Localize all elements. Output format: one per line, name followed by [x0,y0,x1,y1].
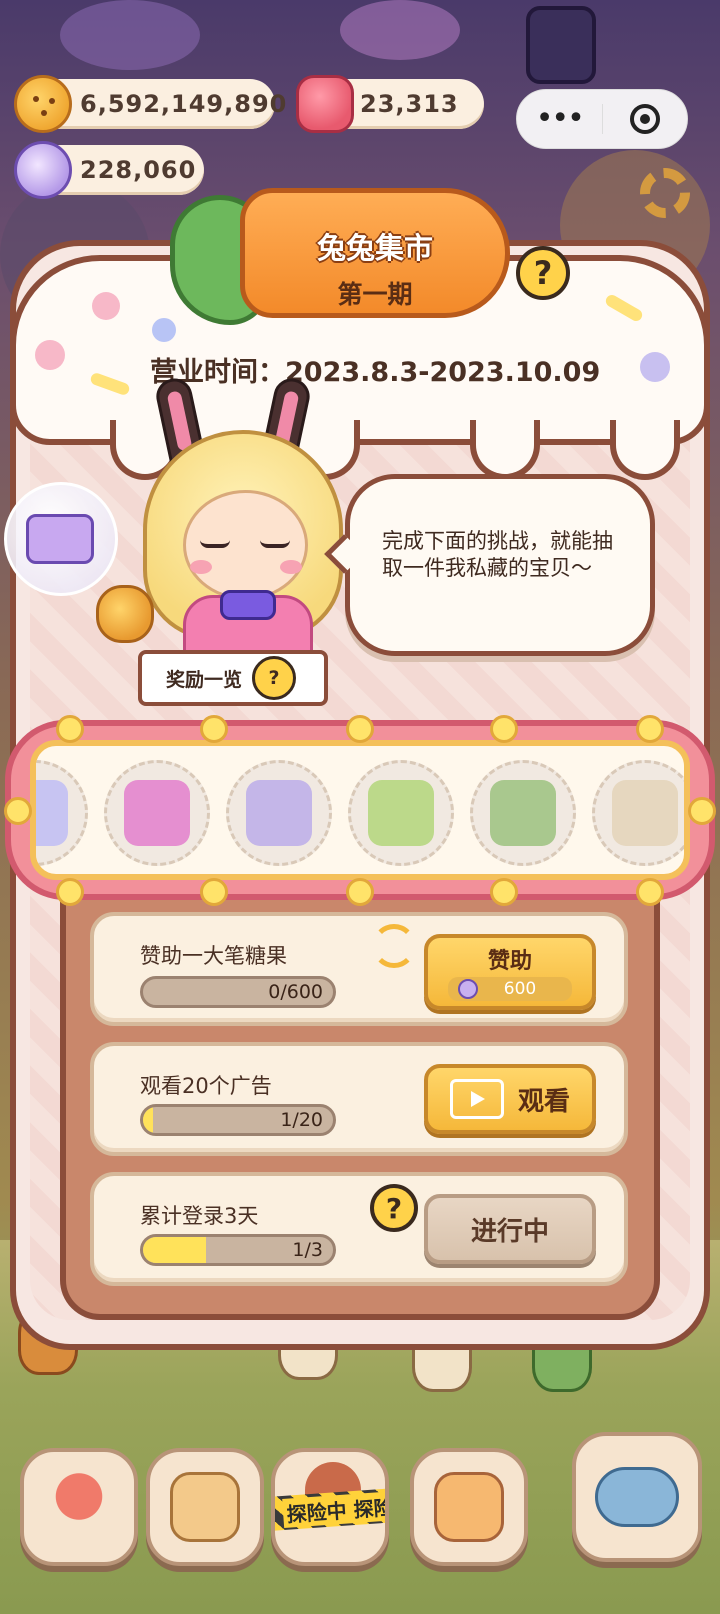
sponsor-button-label: 赞助 [487,949,532,974]
gem-currency[interactable]: 23,313 [296,75,484,133]
video-icon [449,1079,504,1119]
more-menu-button[interactable]: ••• [517,89,602,149]
reward-item-image [36,780,68,846]
reward-item[interactable] [104,760,210,866]
task-label: 赞助一大笔糖果 [140,944,287,968]
task-progress-fill [143,1107,153,1133]
task-progress-text: 1/3 [292,1239,323,1261]
light-bulb [4,797,32,825]
target-icon [629,104,660,134]
login-task-help-button[interactable]: ? [370,1184,418,1232]
task-card: 观看20个广告 1/20 观看 [90,1042,628,1156]
ticket-icon [26,514,94,564]
sprinkle [35,340,65,370]
task-card: 累计登录3天 1/3 进行中 [90,1172,628,1286]
cookie-icon [96,585,154,643]
watch-ad-button[interactable]: 观看 [424,1064,596,1134]
task-progress-text: 1/20 [280,1109,323,1131]
light-bulb [56,878,84,906]
task-progress-bar: 0/600 [140,976,336,1008]
reward-carousel[interactable] [30,740,690,880]
nav-home-button[interactable] [20,1448,138,1566]
mini-program-capsule: ••• [516,89,688,149]
light-bulb [56,715,84,743]
candy-icon [457,979,478,999]
reward-item[interactable] [592,760,684,866]
reward-item[interactable] [226,760,332,866]
close-mini-program-button[interactable] [603,104,688,134]
task-progress-bar: 1/20 [140,1104,336,1136]
notebook-icon [170,1472,240,1542]
task-card: 赞助一大笔糖果 0/600 赞助 600 [90,912,628,1026]
explore-tape: 探险中 探险 [275,1486,385,1532]
robot-toy [526,6,596,84]
light-bulb [346,878,374,906]
light-bulb [490,878,518,906]
reward-item-image [246,780,312,846]
reward-item-image [612,780,678,846]
reward-help-button[interactable]: ? [252,656,297,700]
cookie-icon [14,75,72,133]
in-progress-button-label: 进行中 [470,1216,549,1247]
sponsor-cost: 600 [447,977,573,1001]
light-bulb [636,715,664,743]
character-blush [280,560,302,574]
cookie-amount: 6,592,149,890 [80,90,288,118]
in-progress-button[interactable]: 进行中 [424,1194,596,1264]
question-icon: ? [533,254,553,292]
light-bulb [688,797,716,825]
explore-label: 探险中 探险 [281,1490,385,1528]
nav-fish-button[interactable] [572,1432,702,1562]
gem-amount: 23,313 [360,90,459,118]
event-title: 兔兔集市 [316,231,433,265]
sponsor-cost-amount: 600 [503,979,537,999]
task-progress-fill [143,1237,207,1263]
event-help-button[interactable]: ? [516,246,570,300]
speech-text: 完成下面的挑战，就能抽取一件我私藏的宝贝～ [382,529,613,580]
sprinkle [92,292,120,320]
light-bulb [636,878,664,906]
character-eye [260,540,290,548]
light-bulb [200,878,228,906]
watch-ad-button-label: 观看 [517,1086,570,1117]
reward-item-image [368,780,434,846]
refresh-icon[interactable] [372,924,416,968]
reward-item[interactable] [36,760,88,866]
character-bow [220,590,276,620]
reward-item[interactable] [348,760,454,866]
sprinkle [640,352,670,382]
candy-currency[interactable]: 228,060 [14,141,204,199]
gem-icon [296,75,354,133]
event-period: 第一期 [337,280,413,309]
reward-item[interactable] [470,760,576,866]
light-bulb [346,715,374,743]
character-eye [200,540,230,548]
nav-shop-button[interactable] [410,1448,528,1566]
light-bulb [490,715,518,743]
nav-notes-button[interactable] [146,1448,264,1566]
task-label: 观看20个广告 [140,1074,272,1098]
nav-explore-button[interactable]: 探险中 探险 [271,1448,389,1566]
sprinkle [152,318,176,342]
sponsor-button[interactable]: 赞助 600 [424,934,596,1010]
question-icon: ? [268,667,280,689]
fish-icon [595,1467,679,1527]
task-progress-bar: 1/3 [140,1234,336,1266]
task-label: 累计登录3天 [140,1204,259,1228]
reward-list-tab[interactable]: 奖励一览 ? [138,650,328,706]
task-progress-text: 0/600 [268,981,323,1003]
reward-item-image [490,780,556,846]
character-blush [190,560,212,574]
light-bulb [200,715,228,743]
shop-stall-icon [434,1472,504,1542]
mushroom-house-icon [44,1472,114,1542]
question-icon: ? [385,1191,403,1225]
candy-icon [14,141,72,199]
business-hours: 营业时间：2023.8.3-2023.10.09 [150,357,601,388]
gear-icon [640,168,690,218]
candy-amount: 228,060 [80,156,197,184]
reward-list-label: 奖励一览 [166,668,243,691]
cookie-currency[interactable]: 6,592,149,890 [14,75,286,133]
reward-item-image [124,780,190,846]
